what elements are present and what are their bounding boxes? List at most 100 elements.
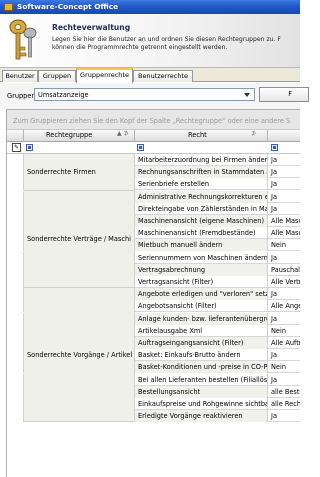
row-indent — [7, 288, 24, 301]
cell-recht[interactable]: Vertragsansicht (Filter) — [135, 276, 268, 288]
cell-recht[interactable]: Maschinenansicht (eigene Maschinen) — [135, 215, 268, 227]
row-indent — [7, 300, 24, 313]
row-indent — [7, 263, 24, 276]
edit-filter-icon[interactable]: ✎ — [12, 143, 21, 152]
cell-wert[interactable]: Ja — [268, 410, 300, 422]
row-indent — [7, 276, 24, 288]
cell-recht[interactable]: Basket: Einkaufs-Brutto ändern — [135, 349, 268, 362]
cell-wert[interactable]: Alle Verträ — [268, 276, 300, 288]
window-title: Software-Concept Office — [17, 2, 119, 11]
row-indent — [7, 349, 24, 362]
cell-wert[interactable]: Ja — [268, 349, 300, 361]
row-indent — [7, 202, 24, 215]
cell-recht[interactable]: Auftragseingangsansicht (Filter) — [135, 337, 268, 349]
cell-recht[interactable]: Serienbriefe erstellen — [135, 178, 268, 191]
cell-recht[interactable]: Anlage kunden- bzw. lieferantenübergreif — [135, 312, 268, 325]
cell-recht[interactable]: Erledigte Vorgänge reaktivieren — [135, 410, 268, 423]
cell-wert[interactable]: Ja — [268, 313, 300, 325]
cell-wert[interactable]: Ja — [268, 154, 300, 166]
group-by-hint: Zum Gruppieren ziehen Sie den Kopf der S… — [13, 117, 291, 125]
cell-wert[interactable]: Ja — [268, 374, 300, 386]
cell-wert[interactable]: Ja — [268, 203, 300, 215]
cell-recht[interactable]: Vertragsabrechnung — [135, 263, 268, 276]
column-header-wert[interactable] — [268, 130, 300, 142]
group-action-button[interactable]: F — [259, 87, 309, 102]
group-selector-bar: Gruppen: Umsatzanzeige F — [0, 83, 309, 109]
cell-recht[interactable]: Rechnungsanschriften in Stammdaten än — [135, 166, 268, 179]
cell-wert[interactable]: Ja — [268, 191, 300, 203]
cell-wert[interactable]: Nein — [268, 361, 300, 373]
tab-benutzerrechte[interactable]: Benutzerrechte — [133, 70, 193, 82]
cell-rechtegruppe[interactable]: Sonderrechte Vorgänge / Artikel — [24, 288, 135, 423]
cell-recht[interactable]: Einkaufspreise und Rohgewinne sichtbar — [135, 398, 268, 410]
row-indent — [7, 361, 24, 374]
cell-recht[interactable]: Mitarbeiterzuordnung bei Firmen ändern — [135, 154, 268, 166]
keys-icon — [9, 19, 37, 60]
page-description-line-1: Legen Sie hier die Benutzer an und ordne… — [52, 36, 281, 43]
row-indent — [7, 178, 24, 191]
column-header-recht-pin-icon[interactable]: ⊅ — [251, 130, 256, 137]
filter-recht-icon[interactable] — [137, 144, 144, 151]
column-header-row: Rechtegruppe ▲ ⊅ Recht ⊅ — [7, 130, 300, 142]
cell-rechtegruppe[interactable]: Sonderrechte Verträge / Maschi — [24, 190, 135, 289]
cell-wert[interactable]: Pauschale — [268, 264, 300, 276]
cell-wert[interactable]: Ja — [268, 166, 300, 178]
page-title: Rechteverwaltung — [52, 23, 131, 32]
cell-wert[interactable]: Ja — [268, 288, 300, 300]
cell-wert[interactable]: Alle Masch — [268, 227, 300, 239]
row-indent — [7, 239, 24, 252]
cell-wert[interactable]: alle Bestell — [268, 386, 300, 398]
cell-wert[interactable]: Ja — [268, 178, 300, 190]
cell-wert[interactable]: Nein — [268, 325, 300, 337]
cell-wert[interactable]: alle Recht — [268, 398, 300, 410]
cell-recht[interactable]: Mietbuch manuell ändern — [135, 239, 268, 252]
cell-wert[interactable]: Alle Angeb — [268, 300, 300, 312]
title-bar: Software-Concept Office — [0, 0, 300, 14]
cell-rechtegruppe[interactable]: Sonderrechte Firmen — [24, 154, 135, 191]
group-select-value: Umsatzanzeige — [38, 91, 89, 99]
cell-recht[interactable]: Administrative Rechnungskorrekturen erl — [135, 190, 268, 203]
tab-strip: Benutzer Gruppen Gruppenrechte Benutzerr… — [0, 68, 300, 83]
cell-wert[interactable]: Nein — [268, 239, 300, 251]
chevron-down-icon[interactable] — [244, 93, 250, 97]
tab-gruppen[interactable]: Gruppen — [38, 70, 76, 82]
cell-wert[interactable]: Ja — [268, 252, 300, 264]
row-indent — [7, 312, 24, 325]
app-icon — [4, 3, 13, 11]
row-indent — [7, 215, 24, 227]
row-indent — [7, 324, 24, 337]
row-indent — [7, 251, 24, 264]
cell-recht[interactable]: Angebote erledigen und "verloren" setzen — [135, 288, 268, 301]
cell-recht[interactable]: Seriennummern von Maschinen ändern — [135, 251, 268, 264]
cell-recht[interactable]: Angebotsansicht (Filter) — [135, 300, 268, 313]
row-indent — [7, 227, 24, 240]
cell-recht[interactable]: Bestellungsansicht — [135, 385, 268, 398]
cell-recht[interactable]: Bei allen Lieferanten bestellen (Filiall… — [135, 373, 268, 386]
row-indent — [7, 410, 24, 423]
row-indent — [7, 398, 24, 410]
cell-recht[interactable]: Maschinenansicht (Fremdbestände) — [135, 227, 268, 240]
cell-wert[interactable]: Alle Auftra — [268, 337, 300, 349]
column-header-rechtegruppe-pin-icon[interactable]: ▲ ⊅ — [117, 130, 129, 137]
filter-wert-icon[interactable] — [271, 144, 278, 151]
row-indent — [7, 154, 24, 166]
rights-grid: Zum Gruppieren ziehen Sie den Kopf der S… — [6, 109, 300, 477]
row-indent — [7, 373, 24, 386]
page-header: Rechteverwaltung Legen Sie hier die Benu… — [0, 14, 300, 68]
column-header-indent — [7, 130, 24, 142]
row-indent — [7, 385, 24, 398]
column-header-recht[interactable]: Recht — [135, 130, 268, 142]
cell-recht[interactable]: Basket-Konditionen und -preise in CO-Po — [135, 361, 268, 374]
row-indent — [7, 166, 24, 179]
page-description-line-2: können die Programmrechte getrennt einge… — [52, 44, 228, 51]
group-select[interactable]: Umsatzanzeige — [34, 88, 255, 101]
group-by-panel[interactable]: Zum Gruppieren ziehen Sie den Kopf der S… — [7, 110, 300, 130]
tab-gruppenrechte[interactable]: Gruppenrechte — [76, 68, 133, 83]
cell-recht[interactable]: Direkteingabe von Zählerständen in Masc — [135, 202, 268, 215]
page-description: Legen Sie hier die Benutzer an und ordne… — [52, 36, 300, 52]
cell-wert[interactable]: Alle Masch — [268, 215, 300, 227]
filter-rechtegruppe-icon[interactable] — [26, 144, 33, 151]
cell-recht[interactable]: Artikelausgabe Xml — [135, 324, 268, 337]
tab-benutzer[interactable]: Benutzer — [2, 70, 38, 82]
row-indent — [7, 337, 24, 349]
